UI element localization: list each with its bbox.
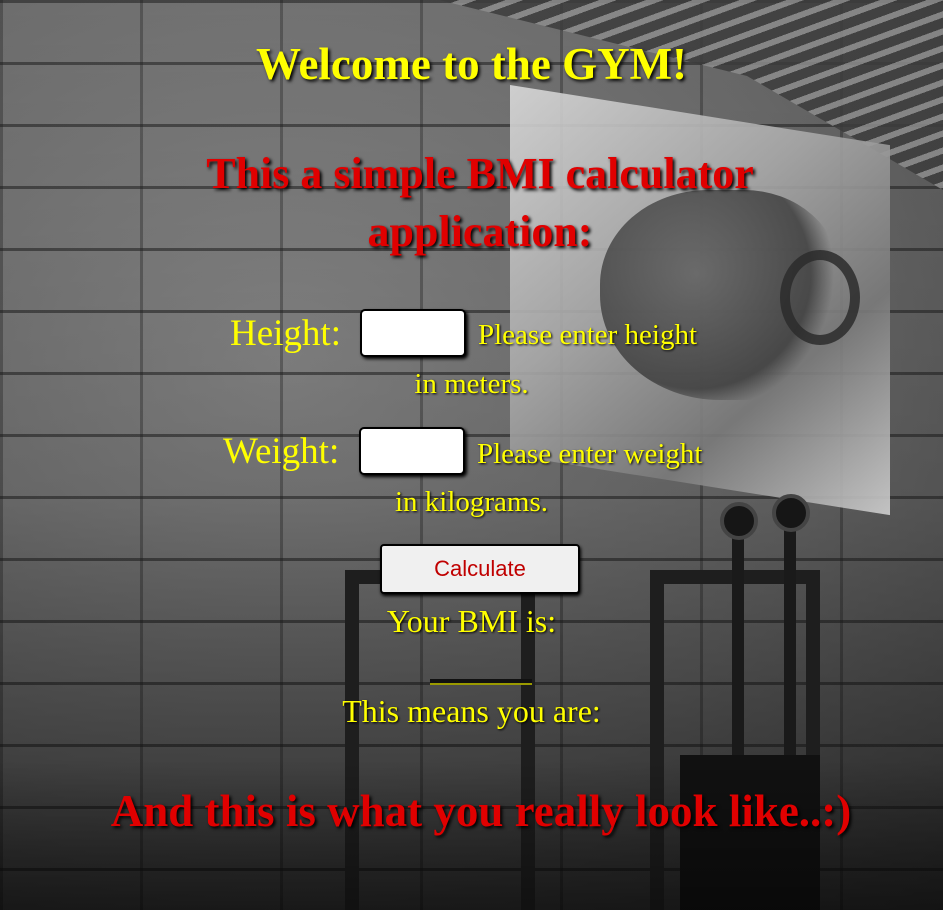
height-hint-units: in meters. xyxy=(414,368,529,400)
bmi-category-label: This means you are: xyxy=(342,693,601,729)
height-label: Height: xyxy=(230,313,341,354)
page-title: Welcome to the GYM! xyxy=(255,39,688,89)
calculate-button[interactable]: Calculate xyxy=(380,544,580,594)
weight-label: Weight: xyxy=(223,431,340,472)
page-subtitle: This a simple BMI calculator application… xyxy=(206,149,754,256)
gym-background xyxy=(0,0,943,910)
weight-input[interactable] xyxy=(359,427,465,475)
bmi-result-label: Your BMI is: xyxy=(386,603,557,639)
poster-weight-plate xyxy=(780,250,860,345)
look-like-heading: And this is what you really look like..:… xyxy=(110,786,852,836)
weight-hint: Please enter weight xyxy=(477,438,703,470)
height-hint: Please enter height xyxy=(478,319,698,351)
bmi-result-value xyxy=(430,679,532,685)
height-input[interactable] xyxy=(360,309,466,357)
weight-hint-units: in kilograms. xyxy=(394,486,549,518)
